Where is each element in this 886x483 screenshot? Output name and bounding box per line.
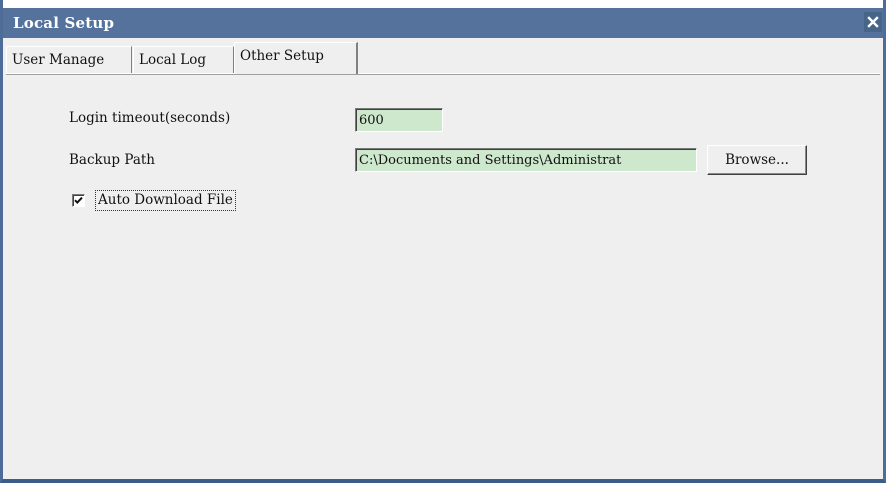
tab-bar-baseline [6,73,880,75]
login-timeout-value: 600 [359,113,384,128]
window-top-strip [3,0,883,8]
close-icon [867,16,879,28]
local-setup-window: Local Setup User Manage Local Log Other … [0,0,886,483]
checkmark-icon [74,196,83,205]
auto-download-checkbox[interactable] [72,194,85,207]
login-timeout-label: Login timeout(seconds) [69,110,231,126]
title-bar[interactable]: Local Setup [3,8,883,38]
backup-path-label: Backup Path [69,152,155,168]
backup-path-value: C:\Documents and Settings\Administrat [359,153,622,168]
tab-bar: User Manage Local Log Other Setup [6,40,883,75]
window-title: Local Setup [13,14,115,32]
login-timeout-field[interactable]: 600 [355,108,443,132]
tab-other-setup[interactable]: Other Setup [234,42,358,74]
browse-button[interactable]: Browse... [707,145,807,175]
backup-path-field[interactable]: C:\Documents and Settings\Administrat [355,148,697,172]
tab-user-manage[interactable]: User Manage [6,46,132,73]
close-button[interactable] [864,12,882,32]
auto-download-label[interactable]: Auto Download File [95,190,236,211]
tab-local-log[interactable]: Local Log [133,46,234,73]
